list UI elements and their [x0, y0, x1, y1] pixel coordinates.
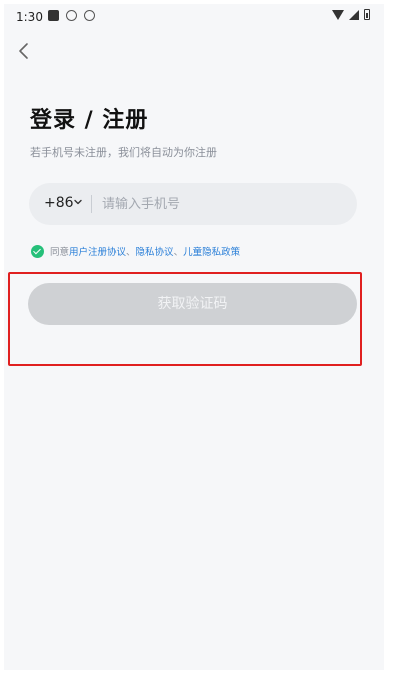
agree-prefix: 同意	[50, 247, 70, 258]
app-notification-icon-2	[84, 10, 95, 21]
agreement-separator: 、	[126, 247, 136, 258]
get-verification-code-button[interactable]: 获取验证码	[28, 283, 357, 325]
back-button[interactable]	[14, 40, 36, 62]
status-bar: 1:30	[4, 4, 384, 30]
chevron-down-icon[interactable]	[73, 197, 83, 207]
login-screen: 1:30 登录 / 注册 若手机号未注册，我们将自动为你注册 +86 同意 用户…	[4, 4, 384, 670]
agreement-separator: 、	[173, 247, 184, 258]
wifi-icon	[332, 9, 344, 20]
agreement-row: 同意 用户注册协议 、 隐私协议 、 儿童隐私政策	[31, 242, 240, 260]
agree-checkbox[interactable]	[31, 244, 44, 258]
app-notification-icon	[66, 10, 77, 21]
notification-icon	[48, 10, 59, 21]
phone-input-group: +86	[29, 183, 357, 225]
divider	[91, 195, 92, 213]
page-title: 登录 / 注册	[30, 108, 149, 133]
child-privacy-policy-link[interactable]: 儿童隐私政策	[183, 244, 240, 258]
phone-number-field[interactable]	[102, 191, 342, 217]
status-indicators	[332, 9, 370, 20]
battery-icon	[364, 9, 370, 20]
page-subtitle: 若手机号未注册，我们将自动为你注册	[30, 146, 217, 159]
chevron-left-icon	[19, 43, 28, 59]
user-agreement-link[interactable]: 用户注册协议	[69, 244, 126, 258]
status-time: 1:30	[16, 10, 43, 24]
privacy-agreement-link[interactable]: 隐私协议	[136, 244, 174, 258]
signal-icon	[349, 9, 359, 20]
country-code-selector[interactable]: +86	[44, 195, 74, 211]
